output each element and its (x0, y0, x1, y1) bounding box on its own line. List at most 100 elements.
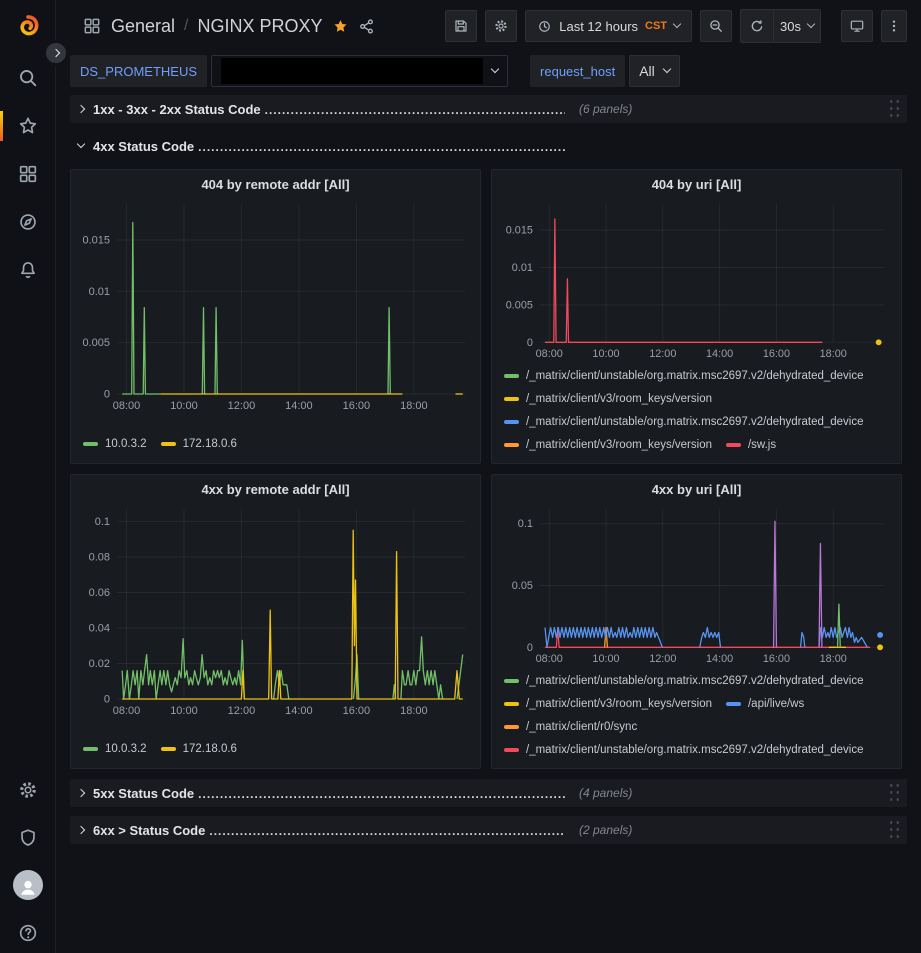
legend-item[interactable]: /api/live/ws (726, 698, 804, 710)
row-title: 1xx - 3xx - 2xx Status Code (93, 102, 261, 117)
row-6xx-status-code[interactable]: 6xx > Status Code.......................… (70, 816, 907, 844)
chevron-right-icon (77, 789, 85, 797)
legend-item[interactable]: /_matrix/client/unstable/org.matrix.msc2… (504, 675, 864, 687)
legend-item[interactable]: 10.0.3.2 (83, 438, 147, 450)
sidebar-expand-button[interactable] (43, 40, 69, 66)
legend-item[interactable]: /_matrix/client/v3/room_keys/version (504, 439, 712, 451)
time-range-picker[interactable]: Last 12 hours CST (525, 10, 692, 42)
legend-item[interactable]: /sw.js (726, 439, 776, 451)
cycle-view-mode-button[interactable] (841, 10, 873, 42)
more-options-button[interactable] (881, 10, 907, 42)
legend-item[interactable]: /_matrix/client/r0/sync (504, 721, 637, 733)
legend-label: 172.18.0.6 (183, 743, 237, 755)
chevron-down-icon (77, 140, 85, 148)
panel-title[interactable]: 404 by remote addr [All] (71, 170, 480, 192)
refresh-interval-label: 30s (780, 19, 801, 34)
legend-color-dash (504, 397, 519, 401)
chevron-right-icon (77, 105, 85, 113)
favorite-star-icon[interactable] (332, 18, 349, 35)
row-leader-dots: ........................................… (198, 140, 565, 154)
sidebar-item-explore[interactable] (0, 205, 55, 239)
bell-icon (17, 259, 39, 281)
svg-text:18:00: 18:00 (400, 705, 428, 717)
sidebar-item-dashboards[interactable] (0, 157, 55, 191)
legend-color-dash (83, 747, 98, 751)
refresh-button[interactable] (741, 10, 773, 42)
legend-label: /_matrix/client/r0/sync (526, 721, 637, 733)
timeseries-chart[interactable]: 08:0010:0012:0014:0016:0018:0000.0050.01… (75, 200, 474, 414)
sidebar-item-help[interactable] (0, 916, 55, 950)
dashboard-settings-button[interactable] (485, 10, 517, 42)
panel-404-by-remote-addr: 404 by remote addr [All] 08:0010:0012:00… (70, 169, 481, 464)
timeseries-chart[interactable]: 08:0010:0012:0014:0016:0018:0000.050.1 (496, 505, 895, 667)
chevron-down-icon (663, 65, 671, 73)
legend-item[interactable]: /_matrix/client/v3/room_keys/version (504, 393, 712, 405)
row-leader-dots: ........................................… (198, 787, 565, 801)
refresh-picker: 30s (740, 9, 821, 43)
panel-title[interactable]: 404 by uri [All] (492, 170, 901, 192)
row-title-group: 6xx > Status Code.......................… (93, 823, 565, 838)
svg-text:0.1: 0.1 (518, 518, 533, 530)
svg-text:18:00: 18:00 (400, 400, 428, 412)
panel-4xx-by-remote-addr: 4xx by remote addr [All] 08:0010:0012:00… (70, 474, 481, 769)
timeseries-chart[interactable]: 08:0010:0012:0014:0016:0018:0000.020.040… (75, 505, 474, 719)
row-drag-handle[interactable] (888, 819, 901, 841)
legend-item[interactable]: 172.18.0.6 (161, 438, 237, 450)
help-icon (17, 922, 39, 944)
legend-label: /_matrix/client/unstable/org.matrix.msc2… (526, 675, 864, 687)
refresh-icon (749, 18, 765, 34)
share-icon[interactable] (358, 18, 375, 35)
legend-item[interactable]: /_matrix/client/unstable/org.matrix.msc2… (504, 370, 864, 382)
row-4xx-status-code[interactable]: 4xx Status Code.........................… (70, 132, 907, 160)
svg-text:08:00: 08:00 (113, 705, 141, 717)
zoom-out-button[interactable] (700, 10, 732, 42)
legend-color-dash (504, 679, 519, 683)
variable-label-ds-prometheus[interactable]: DS_PROMETHEUS (70, 55, 207, 87)
legend-item[interactable]: 10.0.3.2 (83, 743, 147, 755)
row-drag-handle[interactable] (888, 782, 901, 804)
timeseries-chart[interactable]: 08:0010:0012:0014:0016:0018:0000.0050.01… (496, 200, 895, 362)
shield-icon (17, 827, 39, 849)
legend-item[interactable]: 172.18.0.6 (161, 743, 237, 755)
panel-title[interactable]: 4xx by uri [All] (492, 475, 901, 497)
panel-4xx-by-uri: 4xx by uri [All] 08:0010:0012:0014:0016:… (491, 474, 902, 769)
page-title[interactable]: NGINX PROXY (198, 16, 323, 37)
row-title: 4xx Status Code (93, 139, 194, 154)
legend-color-dash (504, 748, 519, 752)
variable-label-request-host[interactable]: request_host (530, 55, 625, 87)
legend-item[interactable]: /_matrix/client/v3/room_keys/version (504, 698, 712, 710)
sidebar-item-profile[interactable] (0, 868, 55, 902)
variable-value-ds-prometheus[interactable] (211, 55, 508, 87)
legend-item[interactable]: /_matrix/client/unstable/org.matrix.msc2… (504, 416, 864, 428)
row-drag-handle[interactable] (888, 98, 901, 120)
legend-label: /_matrix/client/unstable/org.matrix.msc2… (526, 370, 864, 382)
legend-row: /_matrix/client/unstable/org.matrix.msc2… (504, 669, 893, 692)
row-5xx-status-code[interactable]: 5xx Status Code.........................… (70, 779, 907, 807)
legend-item[interactable]: /_matrix/client/unstable/org.matrix.msc2… (504, 744, 864, 756)
save-dashboard-button[interactable] (445, 10, 477, 42)
chevron-down-icon (491, 65, 499, 73)
svg-text:14:00: 14:00 (285, 705, 313, 717)
sidebar-item-server-admin[interactable] (0, 821, 55, 855)
sidebar-item-search[interactable] (0, 61, 55, 95)
grafana-logo[interactable] (0, 9, 55, 43)
svg-text:0.005: 0.005 (506, 299, 533, 311)
row-title-group: 1xx - 3xx - 2xx Status Code.............… (93, 102, 565, 117)
row-1xx-3xx-2xx-status-code[interactable]: 1xx - 3xx - 2xx Status Code.............… (70, 95, 907, 123)
variables-submenu: DS_PROMETHEUS request_host All (55, 52, 921, 90)
refresh-interval-dropdown[interactable]: 30s (773, 10, 820, 42)
svg-text:12:00: 12:00 (228, 705, 256, 717)
legend-row: /_matrix/client/v3/room_keys/version/api… (504, 692, 893, 715)
sidebar-item-starred[interactable] (0, 109, 55, 143)
panel-title[interactable]: 4xx by remote addr [All] (71, 475, 480, 497)
breadcrumb-section[interactable]: General (111, 16, 175, 37)
main-area: General / NGINX PROXY Last 12 hours CST (55, 0, 921, 953)
sidebar-item-configuration[interactable] (0, 773, 55, 807)
sidebar-item-alerting[interactable] (0, 253, 55, 287)
grafana-app: General / NGINX PROXY Last 12 hours CST (0, 0, 921, 953)
svg-text:08:00: 08:00 (536, 653, 563, 665)
panel-404-by-uri: 404 by uri [All] 08:0010:0012:0014:0016:… (491, 169, 902, 464)
variable-value-request-host[interactable]: All (629, 55, 680, 87)
legend-label: /_matrix/client/v3/room_keys/version (526, 698, 712, 710)
svg-text:0.05: 0.05 (512, 580, 533, 592)
